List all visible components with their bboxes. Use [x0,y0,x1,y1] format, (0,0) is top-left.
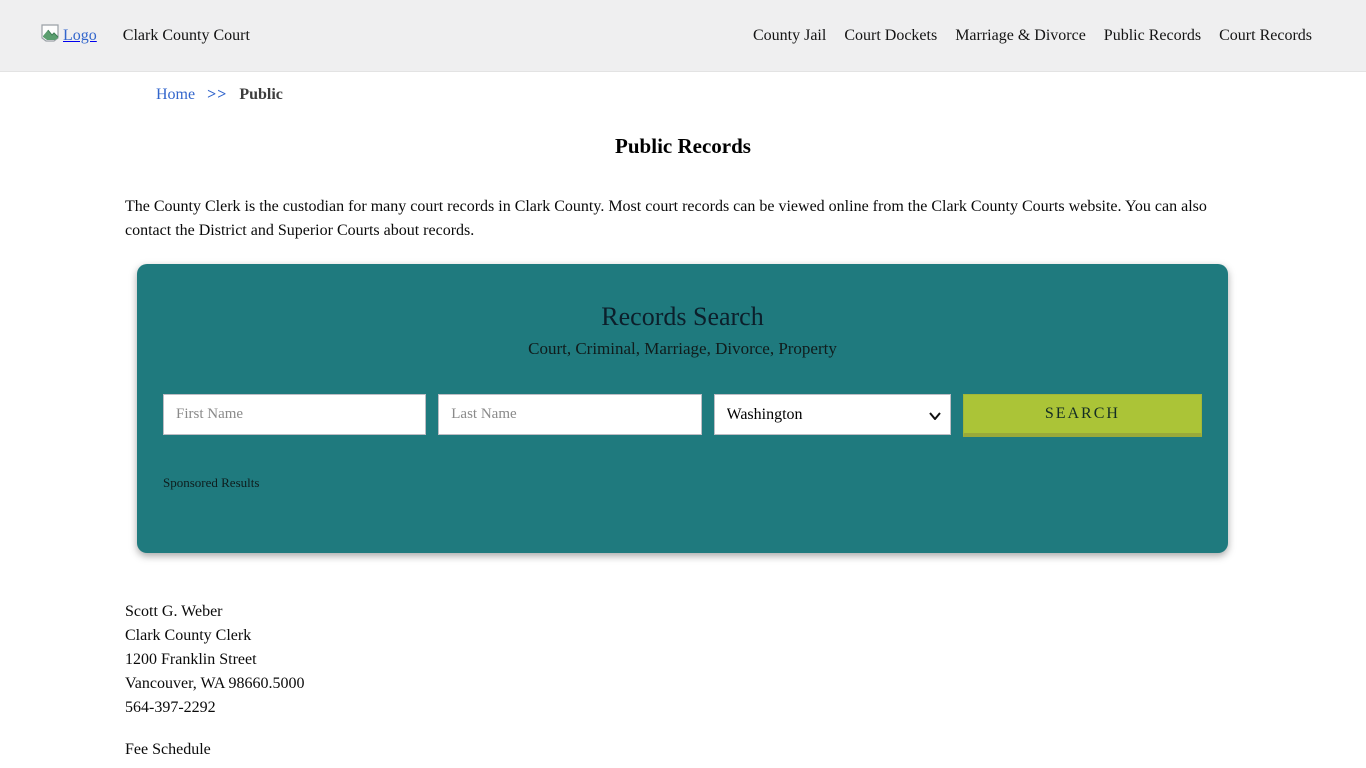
last-name-input[interactable] [438,394,701,435]
page-title: Public Records [0,134,1366,159]
header: Logo Clark County Court County Jail Cour… [0,0,1366,72]
sponsored-results-label: Sponsored Results [163,475,1202,491]
records-search-panel: Records Search Court, Criminal, Marriage… [137,264,1228,553]
fee-schedule-link[interactable]: Fee Schedule [125,741,211,759]
main-nav: County Jail Court Dockets Marriage & Div… [753,27,1312,45]
nav-county-jail[interactable]: County Jail [753,27,826,45]
panel-title: Records Search [163,302,1202,332]
contact-phone: 564-397-2292 [125,696,304,720]
brand: Logo Clark County Court [40,24,250,47]
breadcrumb-current: Public [239,86,283,104]
search-form: Washington SEARCH [163,394,1202,437]
logo-link[interactable]: Logo [40,24,97,47]
broken-image-icon [40,24,61,47]
intro-paragraph: The County Clerk is the custodian for ma… [125,195,1215,243]
site-title: Clark County Court [123,27,250,45]
nav-court-dockets[interactable]: Court Dockets [844,27,937,45]
state-select[interactable]: Washington [714,394,951,435]
contact-block: Scott G. Weber Clark County Clerk 1200 F… [125,600,304,720]
contact-city: Vancouver, WA 98660.5000 [125,672,304,696]
breadcrumb: Home >> Public [156,86,1366,104]
nav-court-records[interactable]: Court Records [1219,27,1312,45]
page: Logo Clark County Court County Jail Cour… [0,0,1366,768]
logo-alt-text: Logo [63,27,97,45]
nav-public-records[interactable]: Public Records [1104,27,1201,45]
search-button[interactable]: SEARCH [963,394,1202,437]
first-name-input[interactable] [163,394,426,435]
contact-street: 1200 Franklin Street [125,648,304,672]
breadcrumb-home-link[interactable]: Home [156,86,195,104]
contact-title: Clark County Clerk [125,624,304,648]
state-select-wrap: Washington [714,394,951,437]
contact-name: Scott G. Weber [125,600,304,624]
nav-marriage-divorce[interactable]: Marriage & Divorce [955,27,1086,45]
breadcrumb-separator: >> [207,86,227,104]
panel-subtitle: Court, Criminal, Marriage, Divorce, Prop… [163,339,1202,359]
